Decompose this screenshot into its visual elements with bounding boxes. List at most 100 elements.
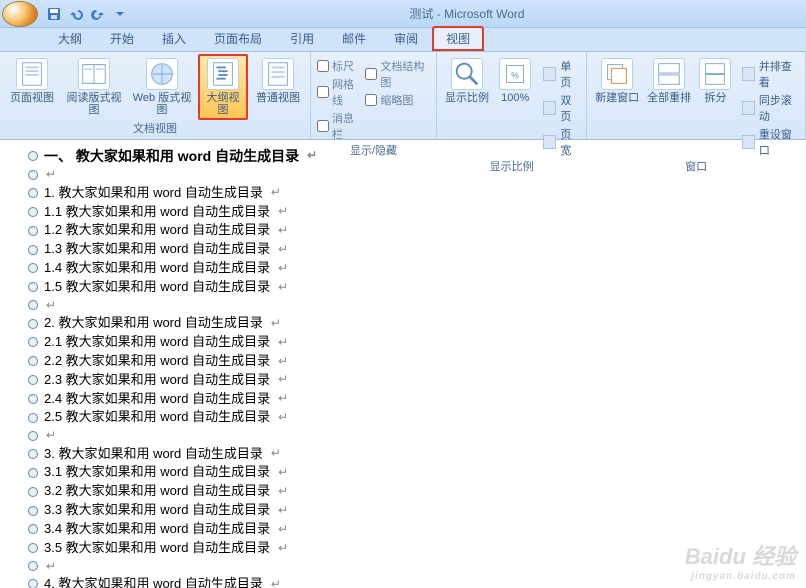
web-layout-button[interactable]: Web 版式视图 xyxy=(130,54,194,116)
outline-bullet-icon xyxy=(28,356,38,366)
side-by-side-icon xyxy=(742,67,755,81)
outline-text: 1.3 教大家如果和用 word 自动生成目录 xyxy=(44,240,270,259)
zoom-label: 显示比例 xyxy=(445,92,489,104)
one-page-button[interactable]: 单页 xyxy=(543,58,580,90)
split-button[interactable]: 拆分 xyxy=(697,54,734,104)
outline-text: 3.3 教大家如果和用 word 自动生成目录 xyxy=(44,501,270,520)
outline-line[interactable]: 2.2 教大家如果和用 word 自动生成目录↵ xyxy=(28,352,806,371)
outline-bullet-icon xyxy=(28,487,38,497)
paragraph-mark-icon: ↵ xyxy=(46,558,56,575)
outline-text: 1.1 教大家如果和用 word 自动生成目录 xyxy=(44,203,270,222)
tab-references[interactable]: 引用 xyxy=(276,26,328,51)
outline-text: 2.1 教大家如果和用 word 自动生成目录 xyxy=(44,333,270,352)
page-width-button[interactable]: 页宽 xyxy=(543,126,580,158)
quick-access-toolbar xyxy=(46,6,128,22)
gridlines-checkbox[interactable]: 网格线 xyxy=(317,76,361,108)
reset-position-icon xyxy=(742,135,755,149)
paragraph-mark-icon: ↵ xyxy=(271,184,281,201)
tab-review[interactable]: 审阅 xyxy=(380,26,432,51)
outline-text: 3. 教大家如果和用 word 自动生成目录 xyxy=(44,445,263,464)
document-map-checkbox[interactable]: 文档结构图 xyxy=(365,58,430,90)
group-zoom: 显示比例 % 100% 单页 双页 页宽 显示比例 xyxy=(437,52,587,139)
outline-line[interactable]: 2.1 教大家如果和用 word 自动生成目录↵ xyxy=(28,333,806,352)
outline-line[interactable]: 3.1 教大家如果和用 word 自动生成目录↵ xyxy=(28,463,806,482)
paragraph-mark-icon: ↵ xyxy=(278,521,288,538)
document-area[interactable]: 一、 教大家如果和用 word 自动生成目录 ↵ ↵ 1. 教大家如果和用 wo… xyxy=(0,140,806,588)
outline-view-button[interactable]: 大纲视图 xyxy=(198,54,248,120)
undo-icon[interactable] xyxy=(68,6,84,22)
outline-line[interactable]: 2.4 教大家如果和用 word 自动生成目录↵ xyxy=(28,390,806,409)
page-width-icon xyxy=(543,135,556,149)
outline-empty-line[interactable]: ↵ xyxy=(28,297,806,314)
outline-line[interactable]: 3.4 教大家如果和用 word 自动生成目录↵ xyxy=(28,520,806,539)
reading-layout-button[interactable]: 阅读版式视图 xyxy=(62,54,126,116)
paragraph-mark-icon: ↵ xyxy=(271,445,281,462)
outline-text: 2.4 教大家如果和用 word 自动生成目录 xyxy=(44,390,270,409)
message-bar-checkbox[interactable]: 消息栏 xyxy=(317,110,361,142)
outline-bullet-icon xyxy=(28,413,38,423)
office-button[interactable] xyxy=(2,1,38,27)
normal-view-button[interactable]: 普通视图 xyxy=(252,54,304,104)
outline-line[interactable]: 2.3 教大家如果和用 word 自动生成目录↵ xyxy=(28,371,806,390)
sync-scroll-button[interactable]: 同步滚动 xyxy=(742,92,799,124)
outline-bullet-icon xyxy=(28,579,38,588)
group-zoom-label: 显示比例 xyxy=(443,158,580,176)
qat-dropdown-icon[interactable] xyxy=(112,6,128,22)
outline-line[interactable]: 3.3 教大家如果和用 word 自动生成目录↵ xyxy=(28,501,806,520)
redo-icon[interactable] xyxy=(90,6,106,22)
group-window: 新建窗口 全部重排 拆分 并排查看 同步滚动 重设窗口 窗口 xyxy=(587,52,806,139)
tab-home[interactable]: 开始 xyxy=(96,26,148,51)
arrange-all-button[interactable]: 全部重排 xyxy=(645,54,693,104)
hundred-percent-button[interactable]: % 100% xyxy=(495,54,536,104)
reset-position-button[interactable]: 重设窗口 xyxy=(742,126,799,158)
ruler-checkbox[interactable]: 标尺 xyxy=(317,58,361,74)
outline-line[interactable]: 1.4 教大家如果和用 word 自动生成目录↵ xyxy=(28,259,806,278)
outline-bullet-icon xyxy=(28,282,38,292)
outline-bullet-icon xyxy=(28,226,38,236)
new-window-icon xyxy=(601,58,633,90)
outline-line[interactable]: 1.2 教大家如果和用 word 自动生成目录↵ xyxy=(28,221,806,240)
outline-text: 2.3 教大家如果和用 word 自动生成目录 xyxy=(44,371,270,390)
two-pages-button[interactable]: 双页 xyxy=(543,92,580,124)
outline-bullet-icon xyxy=(28,506,38,516)
paragraph-mark-icon: ↵ xyxy=(278,241,288,258)
outline-line[interactable]: 2. 教大家如果和用 word 自动生成目录↵ xyxy=(28,314,806,333)
print-layout-icon xyxy=(16,58,48,90)
paragraph-mark-icon: ↵ xyxy=(278,222,288,239)
print-layout-button[interactable]: 页面视图 xyxy=(6,54,58,104)
outline-empty-line[interactable]: ↵ xyxy=(28,558,806,575)
outline-empty-line[interactable]: ↵ xyxy=(28,427,806,444)
outline-line[interactable]: 3.2 教大家如果和用 word 自动生成目录↵ xyxy=(28,482,806,501)
group-window-label: 窗口 xyxy=(593,158,799,176)
tab-page-layout[interactable]: 页面布局 xyxy=(200,26,276,51)
outline-text: 1. 教大家如果和用 word 自动生成目录 xyxy=(44,184,263,203)
outline-bullet-icon xyxy=(28,561,38,571)
outline-bullet-icon xyxy=(28,188,38,198)
side-by-side-button[interactable]: 并排查看 xyxy=(742,58,799,90)
outline-text: 2. 教大家如果和用 word 自动生成目录 xyxy=(44,314,263,333)
tab-outline[interactable]: 大纲 xyxy=(44,26,96,51)
outline-line[interactable]: 1.3 教大家如果和用 word 自动生成目录 ↵ xyxy=(28,240,806,259)
zoom-icon xyxy=(451,58,483,90)
save-icon[interactable] xyxy=(46,6,62,22)
outline-line[interactable]: 4. 教大家如果和用 word 自动生成目录↵ xyxy=(28,575,806,588)
ribbon-tabs: 大纲 开始 插入 页面布局 引用 邮件 审阅 视图 xyxy=(0,28,806,52)
outline-text: 2.2 教大家如果和用 word 自动生成目录 xyxy=(44,352,270,371)
outline-bullet-icon xyxy=(28,449,38,459)
outline-line[interactable]: 1. 教大家如果和用 word 自动生成目录 ↵ xyxy=(28,184,806,203)
reading-layout-label: 阅读版式视图 xyxy=(62,92,126,116)
zoom-button[interactable]: 显示比例 xyxy=(443,54,491,104)
outline-bullet-icon xyxy=(28,394,38,404)
outline-line[interactable]: 3.5 教大家如果和用 word 自动生成目录↵ xyxy=(28,539,806,558)
outline-bullet-icon xyxy=(28,375,38,385)
tab-mailings[interactable]: 邮件 xyxy=(328,26,380,51)
outline-line[interactable]: 1.5 教大家如果和用 word 自动生成目录↵ xyxy=(28,278,806,297)
outline-line[interactable]: 2.5 教大家如果和用 word 自动生成目录↵ xyxy=(28,408,806,427)
paragraph-mark-icon: ↵ xyxy=(278,409,288,426)
tab-view[interactable]: 视图 xyxy=(432,26,484,51)
outline-line[interactable]: 1.1 教大家如果和用 word 自动生成目录↵ xyxy=(28,203,806,222)
tab-insert[interactable]: 插入 xyxy=(148,26,200,51)
outline-line[interactable]: 3. 教大家如果和用 word 自动生成目录 ↵ xyxy=(28,445,806,464)
thumbnails-checkbox[interactable]: 缩略图 xyxy=(365,92,430,108)
new-window-button[interactable]: 新建窗口 xyxy=(593,54,641,104)
